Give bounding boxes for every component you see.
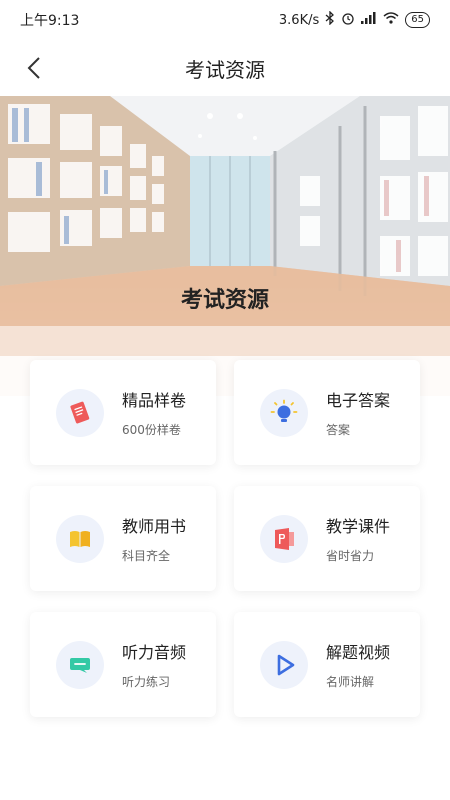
icon-circle	[56, 514, 104, 563]
icon-circle	[260, 514, 308, 563]
card-title: 电子答案	[326, 391, 391, 410]
card-teacher-books[interactable]: 教师用书 科目齐全	[30, 486, 216, 591]
wifi-icon	[383, 12, 399, 28]
lightbulb-icon	[270, 399, 298, 422]
sample-paper-icon	[70, 401, 90, 423]
card-sample-papers[interactable]: 精品样卷 600份样卷	[30, 360, 216, 465]
card-solution-videos[interactable]: 解题视频 名师讲解	[234, 612, 420, 717]
card-title: 精品样卷	[122, 391, 187, 410]
book-icon	[70, 530, 90, 547]
presentation-icon	[275, 527, 294, 550]
signal-icon	[361, 12, 377, 28]
icon-circle	[260, 388, 308, 437]
chat-bubble-icon	[70, 657, 90, 673]
library-illustration	[0, 96, 450, 396]
status-bar: 上午9:13 3.6K/s 65	[0, 0, 450, 40]
card-listening-audio[interactable]: 听力音频 听力练习	[30, 612, 216, 717]
card-title: 教师用书	[122, 517, 187, 536]
battery-indicator: 65	[405, 12, 430, 28]
bluetooth-icon	[325, 10, 335, 29]
icon-circle	[56, 640, 104, 689]
nav-bar: 考试资源	[0, 40, 450, 96]
card-title: 解题视频	[326, 643, 391, 662]
card-subtitle: 600份样卷	[122, 423, 181, 437]
status-time: 上午9:13	[20, 13, 80, 29]
icon-circle	[260, 640, 308, 689]
card-subtitle: 名师讲解	[326, 675, 375, 689]
card-subtitle: 省时省力	[326, 549, 375, 563]
status-icons: 3.6K/s 65	[278, 10, 430, 29]
card-electronic-answers[interactable]: 电子答案 答案	[234, 360, 420, 465]
icon-circle	[56, 388, 104, 437]
banner-image: 考试资源	[0, 96, 450, 396]
page-title: 考试资源	[185, 57, 265, 82]
card-subtitle: 科目齐全	[122, 549, 171, 563]
card-teaching-slides[interactable]: 教学课件 省时省力	[234, 486, 420, 591]
card-title: 听力音频	[122, 643, 187, 662]
back-button[interactable]	[18, 52, 50, 84]
chevron-left-icon	[27, 57, 40, 79]
card-subtitle: 听力练习	[122, 675, 171, 689]
card-subtitle: 答案	[326, 423, 351, 437]
alarm-icon	[341, 11, 355, 29]
play-icon	[277, 654, 295, 675]
network-speed: 3.6K/s	[278, 12, 320, 28]
banner-title: 考试资源	[180, 288, 269, 313]
card-title: 教学课件	[326, 517, 391, 536]
